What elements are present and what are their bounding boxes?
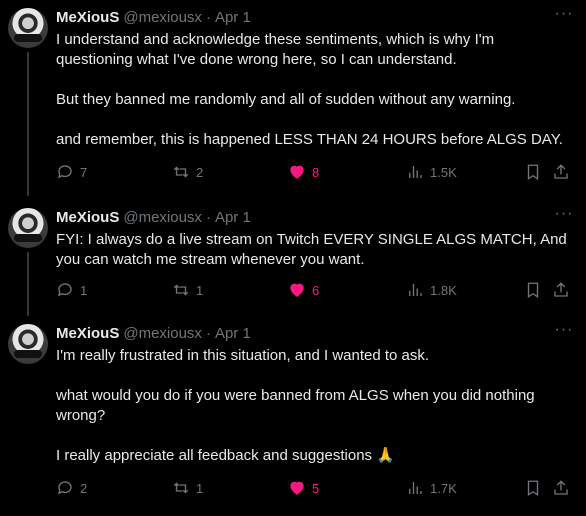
bookmark-button[interactable] (524, 163, 542, 181)
speech-bubble-icon (57, 165, 72, 179)
timestamp[interactable]: Apr 1 (215, 8, 251, 28)
heart-icon (290, 481, 304, 495)
more-dots-icon[interactable]: ··· (554, 206, 574, 228)
tweet-text: I understand and acknowledge these senti… (56, 30, 574, 150)
speech-bubble-icon (57, 283, 72, 297)
tweet-paragraph: FYI: I always do a live stream on Twitch… (56, 231, 567, 268)
views-button[interactable]: 1.7K (406, 479, 457, 497)
separator-dot: · (205, 209, 211, 226)
bookmark-icon (527, 282, 539, 299)
share-button[interactable] (552, 281, 570, 299)
tweet[interactable]: MeXiouS @mexiousx · Apr 1 ··· FYI: I alw… (0, 200, 586, 316)
like-count: 6 (312, 282, 320, 298)
view-count: 1.5K (430, 164, 457, 180)
timestamp[interactable]: Apr 1 (215, 208, 251, 228)
repost-button[interactable]: 2 (172, 163, 203, 181)
tweet[interactable]: MeXiouS @mexiousx · Apr 1 ··· I understa… (0, 0, 586, 196)
share-icon (554, 480, 568, 495)
reply-count: 2 (80, 480, 88, 496)
share-button[interactable] (552, 479, 570, 497)
repost-button[interactable]: 1 (172, 479, 203, 497)
reply-button[interactable]: 1 (56, 281, 87, 299)
speech-bubble-icon (57, 481, 72, 495)
reply-button[interactable]: 2 (56, 479, 87, 497)
repost-button[interactable]: 1 (172, 281, 203, 299)
tweet-paragraph: and remember, this is happened LESS THAN… (56, 131, 563, 148)
repost-count: 1 (196, 480, 204, 496)
tweet-text: I'm really frustrated in this situation,… (56, 346, 574, 466)
reply-button[interactable]: 7 (56, 163, 87, 181)
more-dots-icon[interactable]: ··· (554, 322, 574, 344)
tweet-paragraph: But they banned me randomly and all of s… (56, 91, 516, 108)
display-name[interactable]: MeXiouS (56, 8, 119, 28)
timestamp[interactable]: Apr 1 (215, 324, 251, 344)
separator-dot: · (205, 9, 211, 26)
user-handle[interactable]: @mexiousx (123, 324, 202, 344)
tweet-actions: 7 2 8 1.5K (56, 162, 580, 182)
repost-arrows-icon (173, 166, 189, 178)
bar-chart-icon (409, 166, 422, 178)
thread-connector-line (27, 252, 29, 316)
repost-count: 2 (196, 164, 204, 180)
display-name[interactable]: MeXiouS (56, 208, 119, 228)
reply-count: 7 (80, 164, 88, 180)
like-button[interactable]: 8 (288, 163, 319, 181)
tweet-actions: 2 1 5 1.7K (56, 478, 580, 498)
reply-count: 1 (80, 282, 88, 298)
bar-chart-icon (409, 284, 422, 296)
like-button[interactable]: 6 (288, 281, 319, 299)
bookmark-button[interactable] (524, 479, 542, 497)
bookmark-icon (527, 164, 539, 181)
thread-connector-line (27, 52, 29, 196)
views-button[interactable]: 1.8K (406, 281, 457, 299)
tweet-header: MeXiouS @mexiousx · Apr 1 ··· (56, 322, 574, 344)
tweet-paragraph: what would you do if you were banned fro… (56, 387, 535, 424)
share-button[interactable] (552, 163, 570, 181)
praying-hands-emoji: 🙏 (376, 447, 395, 464)
view-count: 1.7K (430, 480, 457, 496)
view-count: 1.8K (430, 282, 457, 298)
bookmark-button[interactable] (524, 281, 542, 299)
tweet-actions: 1 1 6 1.8K (56, 280, 580, 300)
tweet-paragraph: I understand and acknowledge these senti… (56, 31, 495, 68)
tweet-thread: MeXiouS @mexiousx · Apr 1 ··· I understa… (0, 0, 586, 516)
share-icon (554, 164, 568, 179)
heart-icon (290, 283, 304, 297)
avatar[interactable] (8, 208, 48, 248)
avatar[interactable] (8, 324, 48, 364)
separator-dot: · (205, 325, 211, 342)
avatar[interactable] (8, 8, 48, 48)
share-icon (554, 282, 568, 297)
tweet-text: FYI: I always do a live stream on Twitch… (56, 230, 574, 270)
user-handle[interactable]: @mexiousx (123, 208, 202, 228)
bookmark-icon (527, 480, 539, 497)
tweet-paragraph-text: I really appreciate all feedback and sug… (56, 447, 373, 464)
repost-arrows-icon (173, 482, 189, 494)
repost-count: 1 (196, 282, 204, 298)
repost-arrows-icon (173, 284, 189, 296)
bar-chart-icon (409, 482, 422, 494)
views-button[interactable]: 1.5K (406, 163, 457, 181)
tweet-header: MeXiouS @mexiousx · Apr 1 ··· (56, 206, 574, 228)
tweet-header: MeXiouS @mexiousx · Apr 1 ··· (56, 6, 574, 28)
tweet[interactable]: MeXiouS @mexiousx · Apr 1 ··· I'm really… (0, 316, 586, 516)
tweet-paragraph: I'm really frustrated in this situation,… (56, 347, 430, 364)
tweet-paragraph: I really appreciate all feedback and sug… (56, 446, 574, 466)
heart-icon (290, 165, 304, 179)
like-button[interactable]: 5 (288, 479, 319, 497)
like-count: 8 (312, 164, 320, 180)
like-count: 5 (312, 480, 320, 496)
user-handle[interactable]: @mexiousx (123, 8, 202, 28)
display-name[interactable]: MeXiouS (56, 324, 119, 344)
more-dots-icon[interactable]: ··· (554, 6, 574, 28)
